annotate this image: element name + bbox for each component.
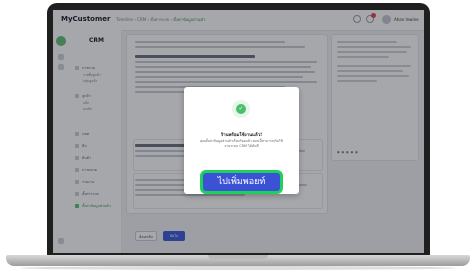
check-icon: ✓ [236,104,246,114]
app-screen: MyCustomer Timeline › CRM › ตั้งค่าระบบ … [53,10,424,253]
laptop-shadow [20,266,456,270]
modal-title: ร้านพร้อมใช้งานแล้ว! [220,133,263,138]
success-modal: ✓ ร้านพร้อมใช้งานแล้ว! คุณตั้งค่าข้อมูลส… [184,87,299,194]
success-icon-badge: ✓ [232,100,250,118]
add-points-button[interactable]: ไปเพิ่มพอยท์ [203,173,280,191]
modal-body: คุณตั้งค่าข้อมูลส่วนตัวเรียบร้อยแล้ว ตอน… [200,139,283,148]
laptop-notch [208,255,268,259]
